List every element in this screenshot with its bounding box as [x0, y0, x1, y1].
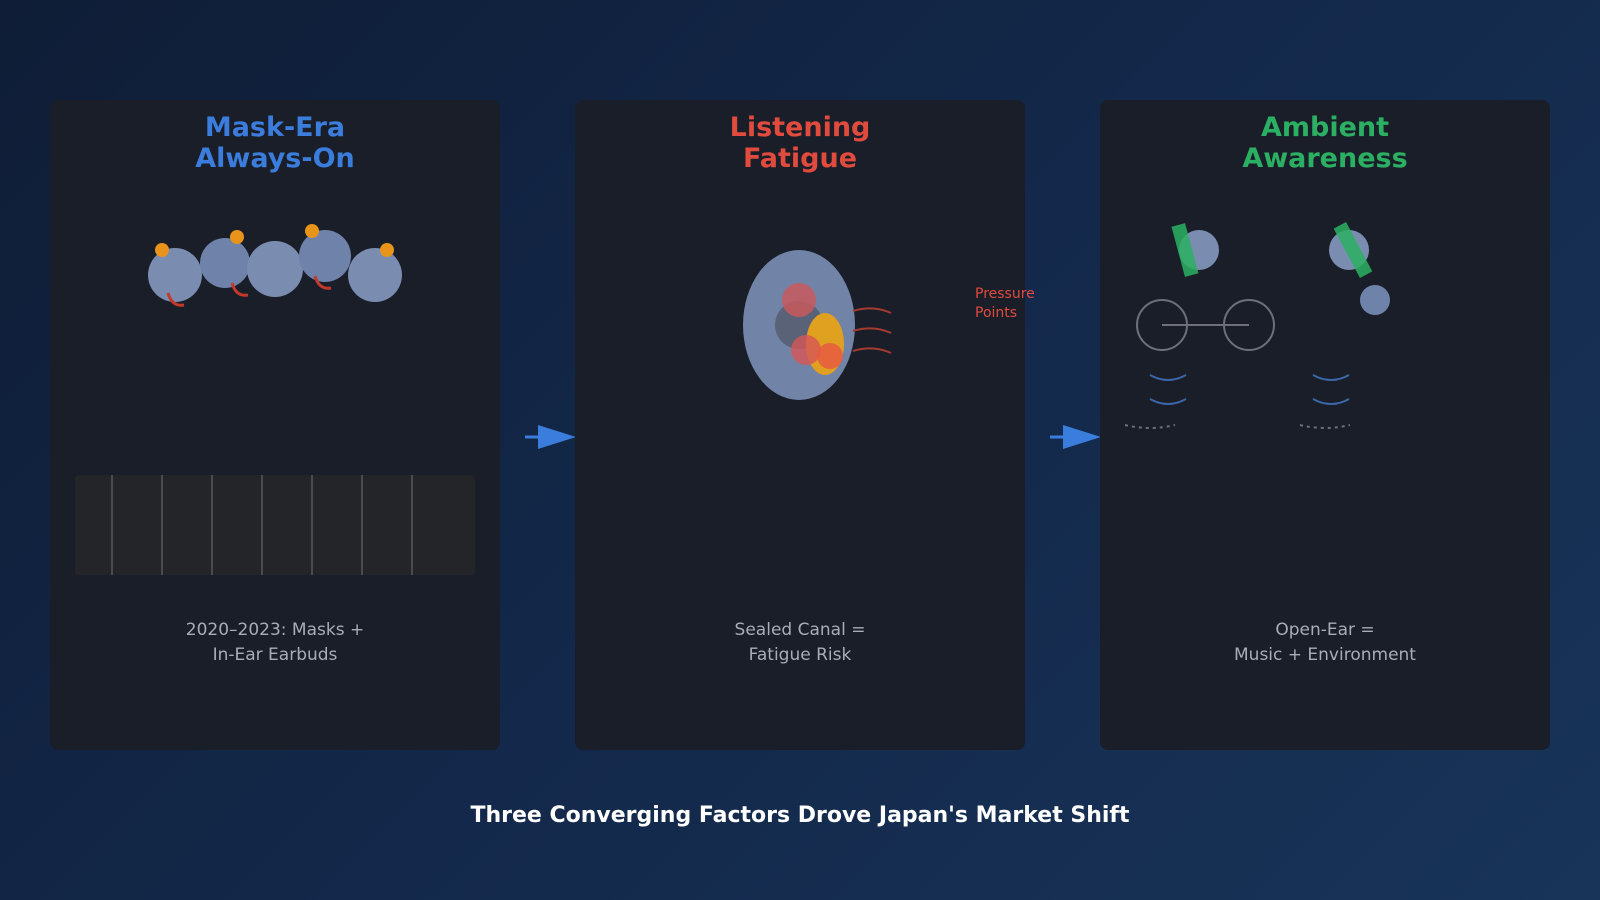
diagram-title: Three Converging Factors Drove Japan's M… — [470, 803, 1130, 828]
right-arrow-icon — [1050, 425, 1101, 449]
right-arrow-icon — [525, 425, 576, 449]
panel-listening-fatigue: Listening Fatigue Pressure Points Sealed… — [575, 100, 1035, 750]
panel-caption: 2020–2023: Masks + In-Ear Earbuds — [185, 620, 365, 665]
panel-mask-era: Mask-Era Always-On 2020–2023: Masks + In… — [50, 100, 500, 750]
pressure-points-label: Pressure Points — [975, 286, 1035, 321]
panel-caption: Open-Ear = Music + Environment — [1234, 620, 1416, 665]
panel-caption: Sealed Canal = Fatigue Risk — [734, 620, 866, 665]
panel-ambient-awareness: Ambient Awareness Open-Ear = Music + Env… — [1100, 100, 1550, 750]
